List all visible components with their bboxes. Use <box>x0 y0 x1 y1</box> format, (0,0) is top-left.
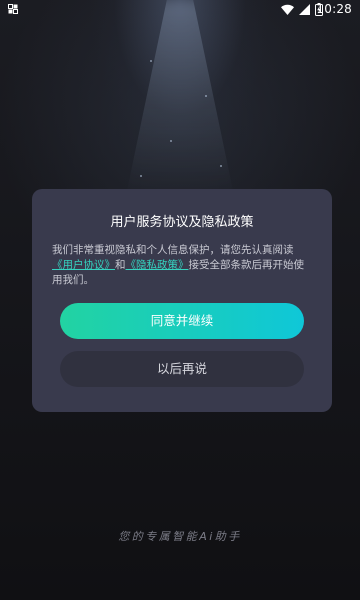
sparkle <box>205 95 207 97</box>
signal-icon <box>299 4 310 15</box>
wifi-icon <box>281 4 294 15</box>
privacy-policy-link[interactable]: 《隐私政策》 <box>126 259 189 271</box>
status-time: 10:28 <box>316 2 352 16</box>
user-agreement-link[interactable]: 《用户协议》 <box>52 259 115 271</box>
slogan-text: 您的专属智能Ai助手 <box>118 530 242 543</box>
later-button[interactable]: 以后再说 <box>60 351 304 387</box>
dialog-body: 我们非常重视隐私和个人信息保护，请您先认真阅读《用户协议》和《隐私政策》接受全部… <box>52 243 314 288</box>
body-text-and: 和 <box>115 259 126 271</box>
sparkle <box>220 165 222 167</box>
privacy-dialog: 用户服务协议及隐私政策 我们非常重视隐私和个人信息保护，请您先认真阅读《用户协议… <box>32 189 332 412</box>
sparkle <box>150 60 152 62</box>
status-bar: 10:28 <box>0 0 360 20</box>
body-text-intro: 我们非常重视隐私和个人信息保护，请您先认真阅读 <box>52 244 294 256</box>
dialog-title: 用户服务协议及隐私政策 <box>110 215 254 230</box>
sparkle <box>140 175 142 177</box>
screen-record-icon <box>8 4 18 14</box>
agree-continue-button[interactable]: 同意并继续 <box>60 303 304 339</box>
sparkle <box>170 140 172 142</box>
